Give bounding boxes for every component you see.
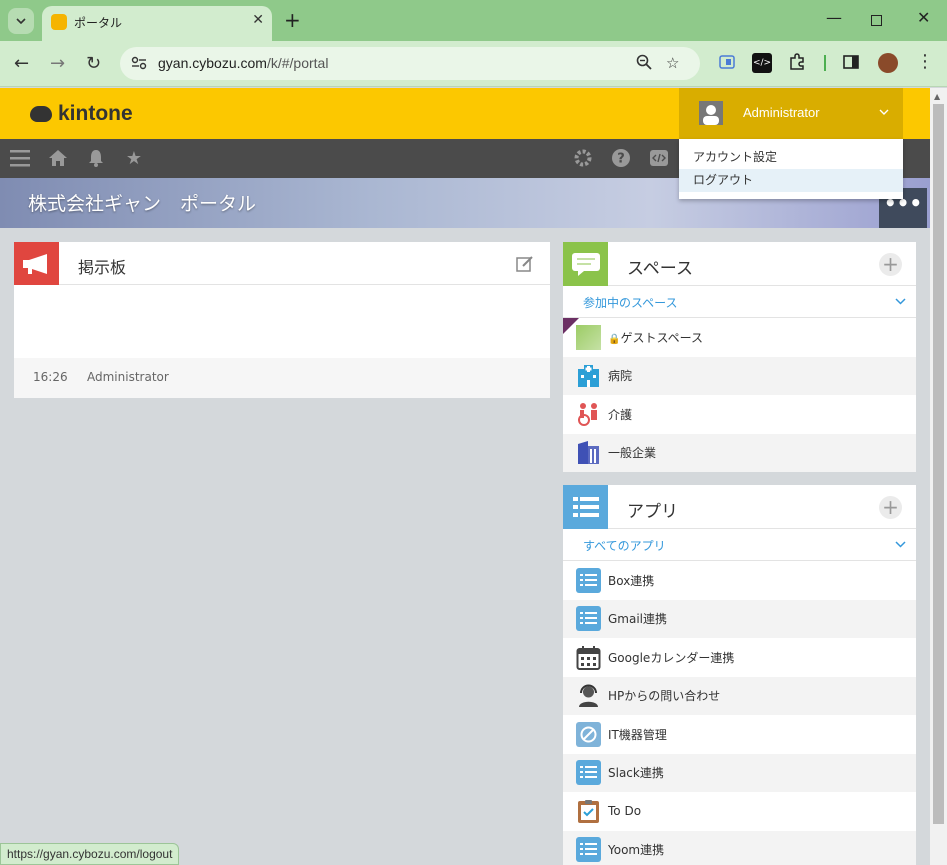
chevron-down-icon (879, 104, 889, 118)
bulletin-time: 16:26 (33, 370, 68, 384)
cloud-logo-icon (30, 106, 52, 122)
help-icon[interactable]: ? (611, 148, 631, 168)
browser-tab-bar: ポータル ✕ + — ✕ (0, 0, 947, 41)
user-dropdown-menu: アカウント設定 ログアウト (679, 139, 903, 199)
todo-icon (576, 799, 601, 824)
app-list-icon (563, 485, 608, 529)
url-text: gyan.cybozu.com/k/#/portal (158, 55, 329, 71)
lock-icon: 🔒 (608, 333, 621, 345)
space-item-care[interactable]: 介護 (563, 395, 916, 434)
user-menu-button[interactable]: Administrator (679, 88, 903, 139)
kintone-header: kintone Administrator (0, 88, 930, 139)
support-icon (576, 683, 601, 708)
home-icon[interactable] (48, 148, 68, 168)
add-app-button[interactable]: + (879, 496, 902, 519)
add-space-button[interactable]: + (879, 253, 902, 276)
minimize-button[interactable]: — (826, 8, 842, 27)
space-item-company[interactable]: 一般企業 (563, 433, 916, 472)
app-item-google-calendar[interactable]: Googleカレンダー連携 (563, 638, 916, 677)
reload-button[interactable]: ↻ (86, 53, 101, 74)
app-item-box[interactable]: Box連携 (563, 561, 916, 600)
forward-button[interactable]: → (50, 53, 65, 74)
apps-panel: アプリ + すべてのアプリ Box連携 Gmail連携 Googleカレンダー連… (563, 485, 916, 865)
favorites-star-icon[interactable]: ★ (124, 148, 144, 169)
bulletin-author[interactable]: Administrator (87, 370, 169, 384)
spaces-title: スペース (627, 259, 693, 279)
megaphone-icon (14, 242, 59, 285)
browser-menu-icon[interactable]: ⋮ (916, 51, 934, 72)
maximize-button[interactable] (871, 11, 882, 30)
list-app-icon (576, 567, 601, 593)
hospital-icon (576, 363, 601, 388)
app-item-gmail[interactable]: Gmail連携 (563, 599, 916, 638)
portal-title: 株式会社ギャン ポータル (28, 193, 257, 215)
chevron-down-icon (895, 294, 906, 308)
browser-tab[interactable]: ポータル ✕ (42, 6, 272, 41)
scroll-up-arrow-icon[interactable]: ▲ (934, 92, 940, 101)
tab-close-icon[interactable]: ✕ (252, 12, 264, 28)
address-bar[interactable]: gyan.cybozu.com/k/#/portal ☆ (120, 47, 700, 80)
menu-hamburger-icon[interactable] (10, 148, 30, 168)
translate-extension-icon[interactable] (718, 53, 738, 73)
page-scrollbar[interactable]: ▲ (930, 88, 947, 865)
speech-bubble-icon (563, 242, 608, 286)
close-window-button[interactable]: ✕ (917, 8, 930, 27)
edit-icon[interactable] (516, 255, 534, 273)
spaces-header: スペース + (563, 242, 916, 286)
app-item-todo[interactable]: To Do (563, 792, 916, 831)
logout-menu-item[interactable]: ログアウト (679, 169, 903, 192)
chevron-down-icon (895, 537, 906, 551)
tab-title: ポータル (74, 16, 123, 30)
app-item-yoom[interactable]: Yoom連携 (563, 830, 916, 865)
notification-bell-icon[interactable] (86, 148, 106, 168)
calendar-icon (576, 645, 601, 670)
list-app-icon (576, 760, 601, 786)
extensions-puzzle-icon[interactable] (788, 53, 808, 73)
bulletin-title: 掲示板 (78, 258, 127, 277)
side-panel-icon[interactable] (842, 53, 862, 73)
account-settings-menu-item[interactable]: アカウント設定 (679, 146, 903, 169)
code-extension-icon[interactable]: </> (752, 53, 772, 73)
app-item-it-device[interactable]: IT機器管理 (563, 715, 916, 754)
spaces-filter-dropdown[interactable]: 参加中のスペース (563, 286, 916, 318)
zoom-icon[interactable] (636, 54, 652, 74)
scrollbar-thumb[interactable] (933, 104, 944, 824)
new-tab-button[interactable]: + (284, 8, 301, 32)
apps-header: アプリ + (563, 485, 916, 529)
user-name: Administrator (743, 105, 820, 120)
site-settings-icon[interactable] (130, 55, 148, 71)
it-device-icon (576, 721, 601, 747)
bulletin-header: 掲示板 (14, 242, 550, 285)
svg-text:?: ? (617, 152, 625, 167)
guest-space-icon (576, 324, 601, 350)
toolbar-divider (824, 55, 826, 71)
app-item-slack[interactable]: Slack連携 (563, 753, 916, 792)
kintone-favicon-icon (51, 14, 67, 30)
bulletin-board-panel: 掲示板 16:26 Administrator (14, 242, 550, 398)
user-avatar-icon (699, 101, 723, 125)
tab-search-button[interactable] (8, 8, 34, 34)
list-app-icon (576, 837, 601, 863)
space-item-hospital[interactable]: 病院 (563, 356, 916, 395)
code-icon[interactable] (649, 148, 669, 168)
care-icon (576, 402, 601, 427)
bookmark-star-icon[interactable]: ☆ (666, 54, 679, 72)
status-bar-url: https://gyan.cybozu.com/logout (0, 843, 180, 865)
space-item-guest[interactable]: 🔒ゲストスペース (563, 318, 916, 357)
bulletin-footer: 16:26 Administrator (14, 358, 550, 398)
apps-filter-dropdown[interactable]: すべてのアプリ (563, 529, 916, 561)
maximize-icon (871, 15, 882, 26)
chevron-down-icon (16, 18, 26, 24)
spaces-panel: スペース + 参加中のスペース 🔒ゲストスペース 病院 介護 一般企業 (563, 242, 916, 472)
profile-avatar[interactable] (878, 53, 898, 73)
kintone-logo[interactable]: kintone (30, 102, 133, 126)
settings-gear-icon[interactable] (573, 148, 593, 168)
back-button[interactable]: ← (14, 53, 29, 74)
app-item-hp-inquiry[interactable]: HPからの問い合わせ (563, 676, 916, 715)
company-icon (576, 440, 601, 465)
apps-title: アプリ (627, 502, 678, 522)
browser-toolbar: ← → ↻ gyan.cybozu.com/k/#/portal ☆ </> ⋮ (0, 41, 947, 87)
list-app-icon (576, 606, 601, 632)
